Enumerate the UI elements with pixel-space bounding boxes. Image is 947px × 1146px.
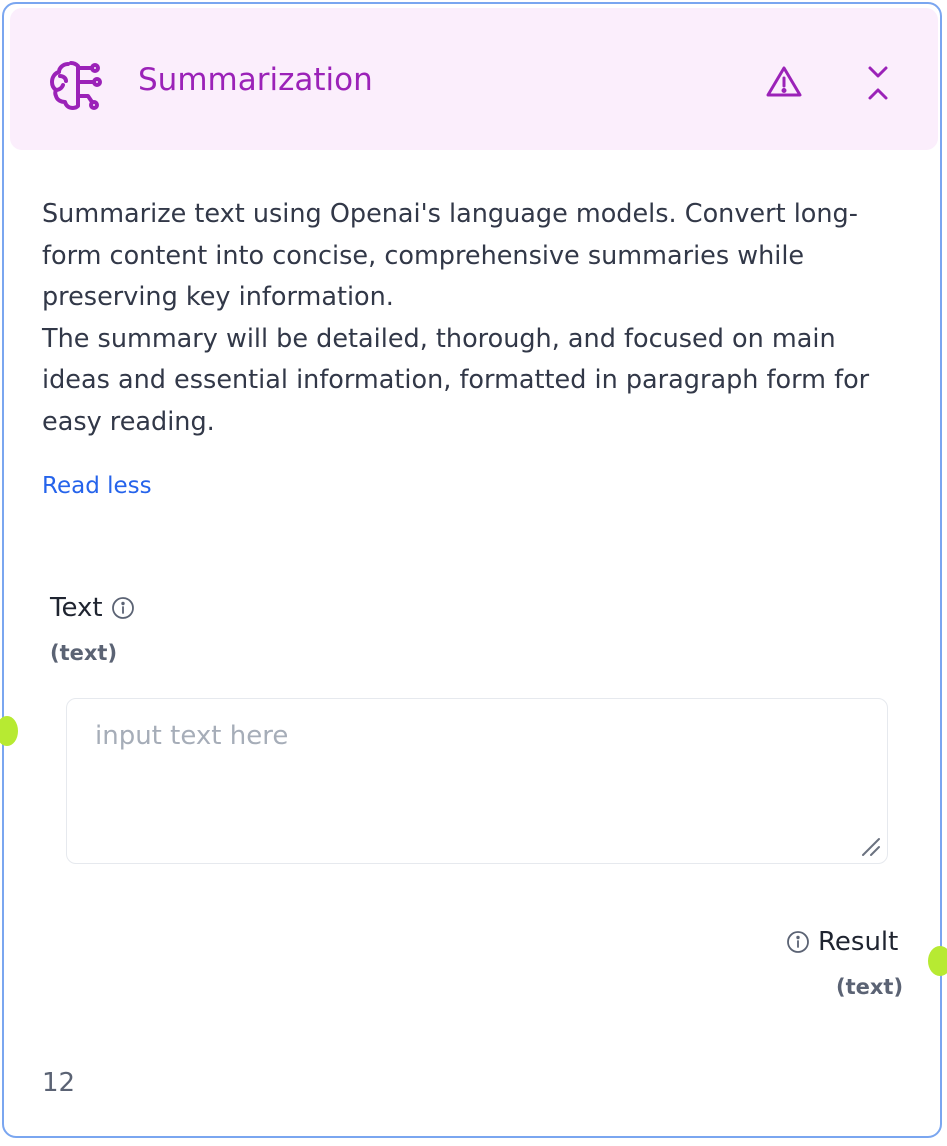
- resize-handle-icon[interactable]: [859, 835, 883, 859]
- collapse-icon[interactable]: [862, 64, 894, 102]
- brain-circuit-icon: [50, 61, 102, 110]
- node-description: Summarize text using Openai's language m…: [42, 194, 892, 443]
- description-paragraph: Summarize text using Openai's language m…: [42, 199, 858, 312]
- node-id: 12: [42, 1068, 76, 1098]
- description-paragraph: The summary will be detailed, thorough, …: [42, 323, 870, 437]
- info-icon[interactable]: [111, 596, 135, 620]
- text-input-field[interactable]: input text here: [66, 698, 888, 864]
- summarization-node[interactable]: Summarization Summarize text using Opena…: [2, 2, 942, 1138]
- node-title: Summarization: [138, 62, 373, 98]
- read-less-link[interactable]: Read less: [42, 470, 152, 502]
- output-type-tag: (text): [836, 975, 904, 999]
- warning-icon[interactable]: [764, 62, 804, 102]
- input-type-tag: (text): [50, 641, 118, 665]
- output-label-text: Result: [818, 927, 899, 957]
- input-label-text: Text: [50, 593, 103, 623]
- input-label: Text: [50, 590, 135, 626]
- output-connection-handle[interactable]: [928, 946, 947, 976]
- info-icon[interactable]: [786, 930, 810, 954]
- input-placeholder: input text here: [95, 721, 289, 751]
- output-label: Result: [786, 924, 898, 960]
- node-header: Summarization: [10, 8, 938, 150]
